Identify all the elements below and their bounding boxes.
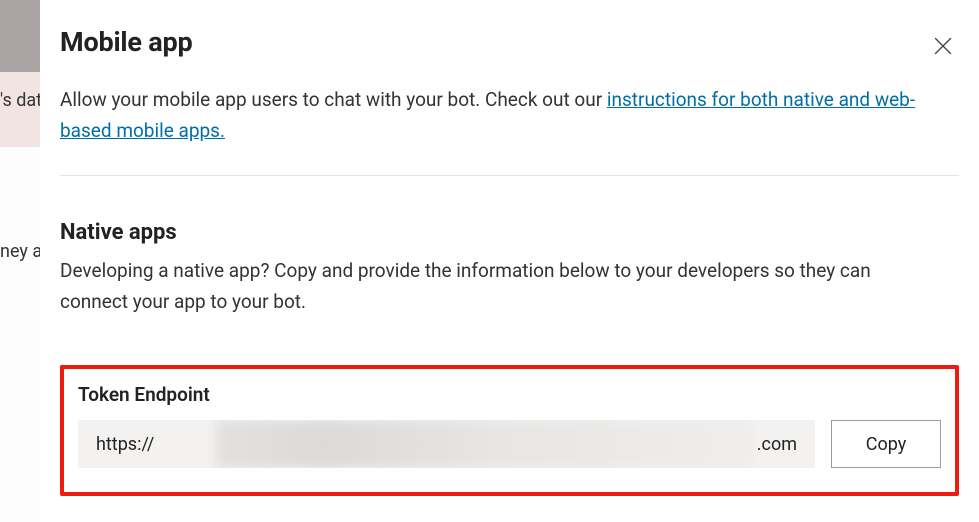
token-endpoint-value-prefix: https://: [96, 434, 154, 455]
token-endpoint-label: Token Endpoint: [78, 383, 941, 406]
panel-title: Mobile app: [60, 26, 192, 58]
token-endpoint-value-suffix: .com: [757, 434, 797, 455]
token-endpoint-field[interactable]: https:// .com: [78, 420, 815, 468]
copy-button[interactable]: Copy: [831, 420, 941, 468]
native-apps-title: Native apps: [60, 220, 959, 245]
panel-description: Allow your mobile app users to chat with…: [60, 84, 940, 147]
background-text-fragment: ney a: [0, 241, 40, 262]
close-button[interactable]: [929, 32, 957, 60]
panel-header: Mobile app: [60, 26, 959, 60]
background-occluded-white: ney a: [0, 147, 40, 522]
native-apps-description: Developing a native app? Copy and provid…: [60, 255, 940, 318]
token-endpoint-redacted: [216, 420, 755, 468]
section-divider: [60, 175, 959, 176]
token-endpoint-block: Token Endpoint https:// .com Copy: [60, 365, 959, 496]
background-occluded-pink: 's dat: [0, 72, 40, 147]
background-text-fragment: 's dat: [0, 90, 40, 111]
token-endpoint-row: https:// .com Copy: [78, 420, 941, 468]
mobile-app-panel: Mobile app Allow your mobile app users t…: [40, 0, 979, 522]
background-occluded-top: [0, 0, 40, 72]
panel-description-text: Allow your mobile app users to chat with…: [60, 88, 607, 111]
close-icon: [934, 37, 952, 55]
